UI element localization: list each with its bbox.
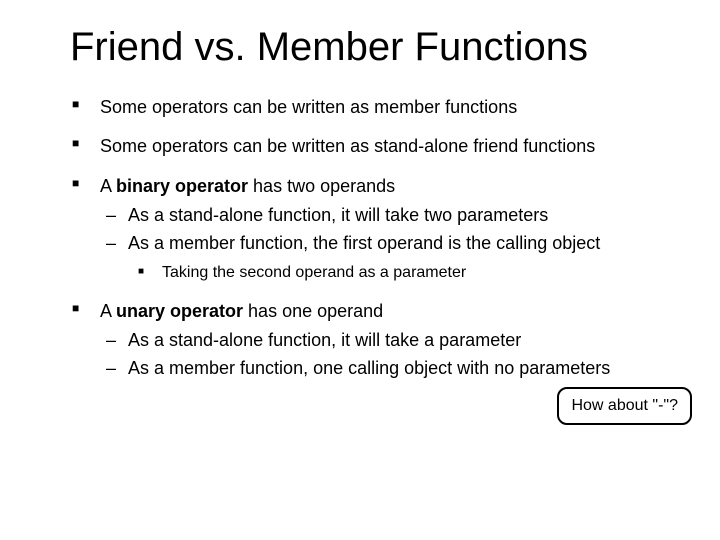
bullet-4-sub1-text: As a stand-alone function, it will take … [128, 330, 521, 350]
bullet-4: A unary operator has one operand As a st… [70, 300, 650, 380]
bullet-3-sub2-sublist: Taking the second operand as a parameter [128, 263, 650, 284]
bullet-3-sub1-text: As a stand-alone function, it will take … [128, 205, 548, 225]
callout-box: How about "-"? [557, 387, 692, 425]
slide-content: Friend vs. Member Functions Some operato… [0, 0, 720, 416]
bullet-4-sub2: As a member function, one calling object… [100, 357, 650, 380]
bullet-1: Some operators can be written as member … [70, 96, 650, 119]
bullet-4-bold: unary operator [116, 301, 243, 321]
bullet-3-pre: A [100, 176, 116, 196]
bullet-4-sublist: As a stand-alone function, it will take … [100, 329, 650, 380]
bullet-3-post: has two operands [248, 176, 395, 196]
bullet-3: A binary operator has two operands As a … [70, 175, 650, 284]
bullet-3-bold: binary operator [116, 176, 248, 196]
slide-title: Friend vs. Member Functions [70, 24, 650, 70]
bullet-3-sub2-text: As a member function, the first operand … [128, 233, 600, 253]
bullet-4-post: has one operand [243, 301, 383, 321]
bullet-1-text: Some operators can be written as member … [100, 97, 517, 117]
bullet-4-pre: A [100, 301, 116, 321]
bullet-list: Some operators can be written as member … [70, 96, 650, 380]
bullet-3-sub1: As a stand-alone function, it will take … [100, 204, 650, 227]
bullet-3-sub2-sub1-text: Taking the second operand as a parameter [162, 264, 466, 281]
bullet-3-sublist: As a stand-alone function, it will take … [100, 204, 650, 284]
callout-text: How about "-"? [571, 397, 678, 414]
bullet-2: Some operators can be written as stand-a… [70, 135, 650, 158]
bullet-4-sub1: As a stand-alone function, it will take … [100, 329, 650, 352]
bullet-3-sub2: As a member function, the first operand … [100, 232, 650, 284]
bullet-2-text: Some operators can be written as stand-a… [100, 136, 595, 156]
bullet-3-sub2-sub1: Taking the second operand as a parameter [128, 263, 650, 284]
bullet-4-sub2-text: As a member function, one calling object… [128, 358, 610, 378]
